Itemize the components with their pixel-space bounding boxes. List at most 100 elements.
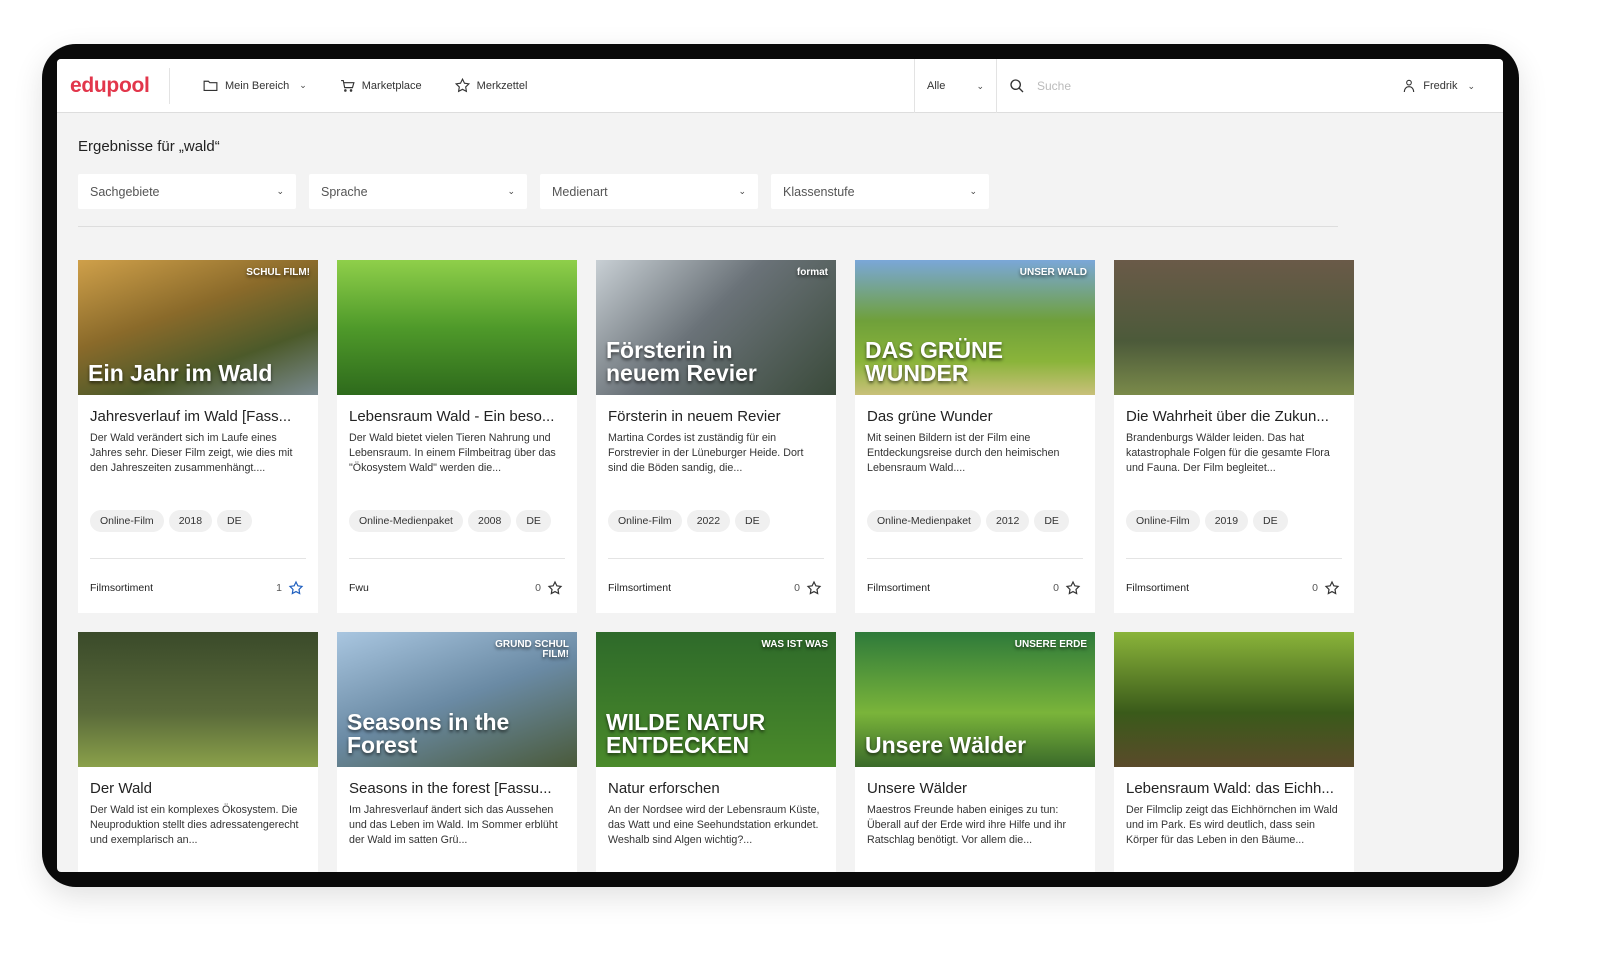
card-footer: Filmsortiment 0 (1126, 580, 1340, 596)
card-title[interactable]: Natur erforschen (608, 780, 824, 797)
tag: 2012 (985, 510, 1030, 532)
card-description: Der Wald bietet vielen Tieren Nahrung un… (349, 432, 556, 474)
tag: DE (516, 510, 551, 532)
thumbnail-title: Försterin in neuem Revier (606, 337, 757, 386)
tag: Online-Medienpaket (867, 510, 981, 532)
card-title[interactable]: Das grüne Wunder (867, 408, 1083, 425)
card-thumbnail[interactable]: DAS GRÜNE WUNDER UNSER WALD (855, 260, 1095, 395)
card-title[interactable]: Unsere Wälder (867, 780, 1083, 797)
tag: 2018 (168, 510, 213, 532)
divider (169, 67, 170, 104)
result-card[interactable]: Unsere Wälder UNSERE ERDE Unsere Wälder Ma… (855, 632, 1095, 872)
favorite-star-icon (288, 580, 304, 595)
tag: 2008 (467, 510, 512, 532)
result-card[interactable]: WILDE NATUR ENTDECKEN WAS IST WAS Natur er… (596, 632, 836, 872)
result-card[interactable]: Die Wahrheit über die Zukun... Brandenbu… (1114, 260, 1354, 613)
nav-merkzettel[interactable]: Merkzettel (454, 77, 527, 94)
card-title[interactable]: Lebensraum Wald - Ein beso... (349, 408, 565, 425)
card-title[interactable]: Jahresverlauf im Wald [Fass... (90, 408, 306, 425)
card-source: Filmsortiment (867, 582, 931, 594)
thumbnail-title: Unsere Wälder (865, 732, 1027, 758)
thumbnail-title: DAS GRÜNE WUNDER (865, 337, 1004, 386)
thumbnail-badge: format (796, 267, 828, 278)
card-source: Filmsortiment (90, 582, 154, 594)
nav-mein-bereich[interactable]: Mein Bereich ⌄ (202, 77, 307, 94)
card-title[interactable]: Die Wahrheit über die Zukun... (1126, 408, 1342, 425)
tag: Online-Film (608, 510, 682, 532)
thumbnail-title: Seasons in the Forest (347, 709, 510, 758)
card-source: Fwu (349, 582, 369, 594)
tag: 2019 (1204, 510, 1249, 532)
thumbnail-badge: UNSER WALD (1019, 267, 1087, 278)
results-heading: Ergebnisse für „wald“ (78, 138, 220, 155)
favorite-star-icon (547, 580, 563, 595)
filter-sachgebiete[interactable]: Sachgebiete ⌄ (78, 174, 296, 209)
divider (90, 558, 306, 559)
filter-sprache[interactable]: Sprache ⌄ (309, 174, 527, 209)
user-icon (1404, 79, 1415, 93)
nav-label: Marketplace (361, 79, 422, 92)
card-thumbnail[interactable] (78, 632, 318, 767)
card-description: Im Jahresverlauf ändert sich das Aussehe… (349, 804, 558, 846)
card-title[interactable]: Lebensraum Wald: das Eichh... (1126, 780, 1342, 797)
filter-label: Sprache (321, 184, 368, 199)
result-card[interactable]: Ein Jahr im Wald SCHUL FILM! Jahresverlauf… (78, 260, 318, 613)
favorite-button[interactable]: 0 (1312, 580, 1340, 596)
favorite-button[interactable]: 1 (276, 580, 304, 596)
filter-klassenstufe[interactable]: Klassenstufe ⌄ (771, 174, 989, 209)
edupool-logo[interactable]: edupool (57, 74, 169, 98)
card-footer: Filmsortiment 0 (608, 580, 822, 596)
card-thumbnail[interactable] (1114, 632, 1354, 767)
card-thumbnail[interactable]: Försterin in neuem Revier format (596, 260, 836, 395)
tag: 2022 (686, 510, 731, 532)
card-title[interactable]: Der Wald (90, 780, 306, 797)
thumbnail-badge: GRUND SCHUL FILM! (495, 639, 569, 660)
favorite-star-icon (1324, 580, 1340, 595)
nav-marketplace[interactable]: Marketplace (339, 77, 422, 94)
favorite-star-icon (1065, 580, 1081, 595)
card-thumbnail[interactable]: WILDE NATUR ENTDECKEN WAS IST WAS (596, 632, 836, 767)
result-card[interactable]: Försterin in neuem Revier format Försterin… (596, 260, 836, 613)
card-source: Filmsortiment (1126, 582, 1190, 594)
app-screen: edupool Mein Bereich ⌄ Marketplace Merkze… (57, 59, 1503, 872)
filter-medienart[interactable]: Medienart ⌄ (540, 174, 758, 209)
card-title[interactable]: Försterin in neuem Revier (608, 408, 824, 425)
card-footer: Fwu 0 (349, 580, 563, 596)
tag: Online-Film (90, 510, 164, 532)
result-card[interactable]: Lebensraum Wald - Ein beso... Der Wald b… (337, 260, 577, 613)
thumbnail-badge: UNSERE ERDE (1014, 639, 1087, 650)
tag: DE (1034, 510, 1069, 532)
favorite-button[interactable]: 0 (794, 580, 822, 596)
card-thumbnail[interactable] (337, 260, 577, 395)
divider (867, 558, 1083, 559)
card-thumbnail[interactable]: Unsere Wälder UNSERE ERDE (855, 632, 1095, 767)
card-thumbnail[interactable]: Seasons in the Forest GRUND SCHUL FILM! (337, 632, 577, 767)
tag: DE (1253, 510, 1288, 532)
user-menu[interactable]: Fredrik ⌄ (1401, 59, 1475, 113)
result-card[interactable]: DAS GRÜNE WUNDER UNSER WALD Das grüne Wund… (855, 260, 1095, 613)
card-thumbnail[interactable] (1114, 260, 1354, 395)
card-description: Der Wald ist ein komplexes Ökosystem. Di… (90, 804, 299, 846)
card-tags: Online-Medienpaket 2012 DE (867, 510, 1069, 532)
result-card[interactable]: Lebensraum Wald: das Eichh... Der Filmcl… (1114, 632, 1354, 872)
favorite-count: 0 (535, 582, 541, 594)
search-input[interactable] (1037, 79, 1237, 93)
divider (349, 558, 565, 559)
thumbnail-badge: SCHUL FILM! (246, 267, 310, 278)
nav-label: Mein Bereich (225, 79, 290, 92)
card-description: Mit seinen Bildern ist der Film eine Ent… (867, 432, 1060, 474)
card-title[interactable]: Seasons in the forest [Fassu... (349, 780, 565, 797)
divider (608, 558, 824, 559)
tag: DE (735, 510, 770, 532)
chevron-down-icon: ⌄ (738, 186, 746, 196)
favorite-button[interactable]: 0 (1053, 580, 1081, 596)
result-card[interactable]: Der Wald Der Wald ist ein komplexes Ökos… (78, 632, 318, 872)
search-scope-select[interactable]: Alle ⌄ (914, 59, 997, 113)
card-thumbnail[interactable]: Ein Jahr im Wald SCHUL FILM! (78, 260, 318, 395)
result-card[interactable]: Seasons in the Forest GRUND SCHUL FILM! Se… (337, 632, 577, 872)
favorite-button[interactable]: 0 (535, 580, 563, 596)
chevron-down-icon: ⌄ (1467, 80, 1475, 91)
card-description: Der Filmclip zeigt das Eichhörnchen im W… (1126, 804, 1338, 846)
filter-label: Medienart (552, 184, 608, 199)
chevron-down-icon: ⌄ (276, 186, 284, 196)
